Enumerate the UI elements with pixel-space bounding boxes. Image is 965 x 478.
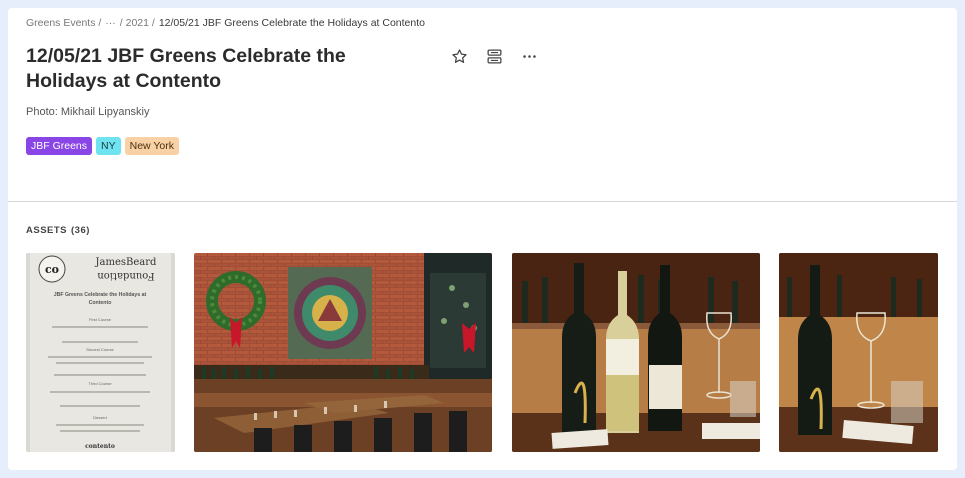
- favorite-button[interactable]: [449, 46, 469, 66]
- breadcrumb-root[interactable]: Greens Events /: [26, 17, 101, 29]
- menu-course-3: Third Course: [88, 381, 112, 386]
- more-horizontal-icon: [522, 54, 536, 58]
- asset-thumbnail-menu[interactable]: co JamesBeard Foundation JBF Greens Cele…: [26, 253, 175, 452]
- asset-thumbnail-wine-bottles[interactable]: [512, 253, 760, 452]
- page-title: 12/05/21 JBF Greens Celebrate the Holida…: [26, 45, 346, 92]
- menu-title-line2: Contento: [89, 300, 112, 306]
- layout-button[interactable]: [484, 46, 504, 66]
- menu-footer: contento: [85, 443, 115, 450]
- layout-icon: [486, 48, 502, 64]
- star-icon: [451, 48, 467, 63]
- menu-logo-text: co: [45, 263, 59, 276]
- breadcrumb-current: 12/05/21 JBF Greens Celebrate the Holida…: [158, 17, 425, 29]
- tag-jbf-greens[interactable]: JBF Greens: [26, 137, 93, 155]
- menu-course-2: Second Course: [86, 347, 114, 352]
- asset-page-card: Greens Events / ··· / 2021 / 12/05/21 JB…: [8, 8, 957, 470]
- asset-thumbnail-wine-bottle-glasses[interactable]: [779, 253, 938, 452]
- breadcrumb-ellipsis[interactable]: ···: [105, 17, 116, 29]
- breadcrumb-year[interactable]: / 2021 /: [120, 17, 155, 29]
- more-options-button[interactable]: [519, 46, 539, 66]
- menu-course-4: Dessert: [93, 415, 108, 420]
- tag-new-york[interactable]: New York: [124, 137, 179, 155]
- assets-label: ASSETS: [26, 225, 68, 236]
- section-divider: [8, 201, 957, 202]
- wine-bottle-glasses-image: [779, 253, 938, 452]
- dining-room-image: [194, 253, 492, 452]
- asset-thumbnail-dining-room[interactable]: [194, 253, 492, 452]
- menu-brand-line2: Foundation: [97, 270, 155, 281]
- assets-heading: ASSETS (36): [26, 225, 90, 236]
- menu-title-line1: JBF Greens Celebrate the Holidays at: [54, 292, 147, 298]
- menu-course-1: First Course: [89, 317, 112, 322]
- menu-card-image: co JamesBeard Foundation JBF Greens Cele…: [26, 253, 175, 452]
- tag-list: JBF Greens NY New York: [26, 137, 179, 155]
- menu-brand-line1: JamesBeard: [95, 257, 158, 268]
- assets-count: (36): [71, 225, 90, 236]
- breadcrumb: Greens Events / ··· / 2021 / 12/05/21 JB…: [26, 17, 425, 29]
- tag-ny[interactable]: NY: [96, 137, 121, 155]
- title-toolbar: [449, 46, 539, 66]
- wine-bottles-image: [512, 253, 760, 452]
- photo-credit: Photo: Mikhail Lipyanskiy: [26, 106, 150, 118]
